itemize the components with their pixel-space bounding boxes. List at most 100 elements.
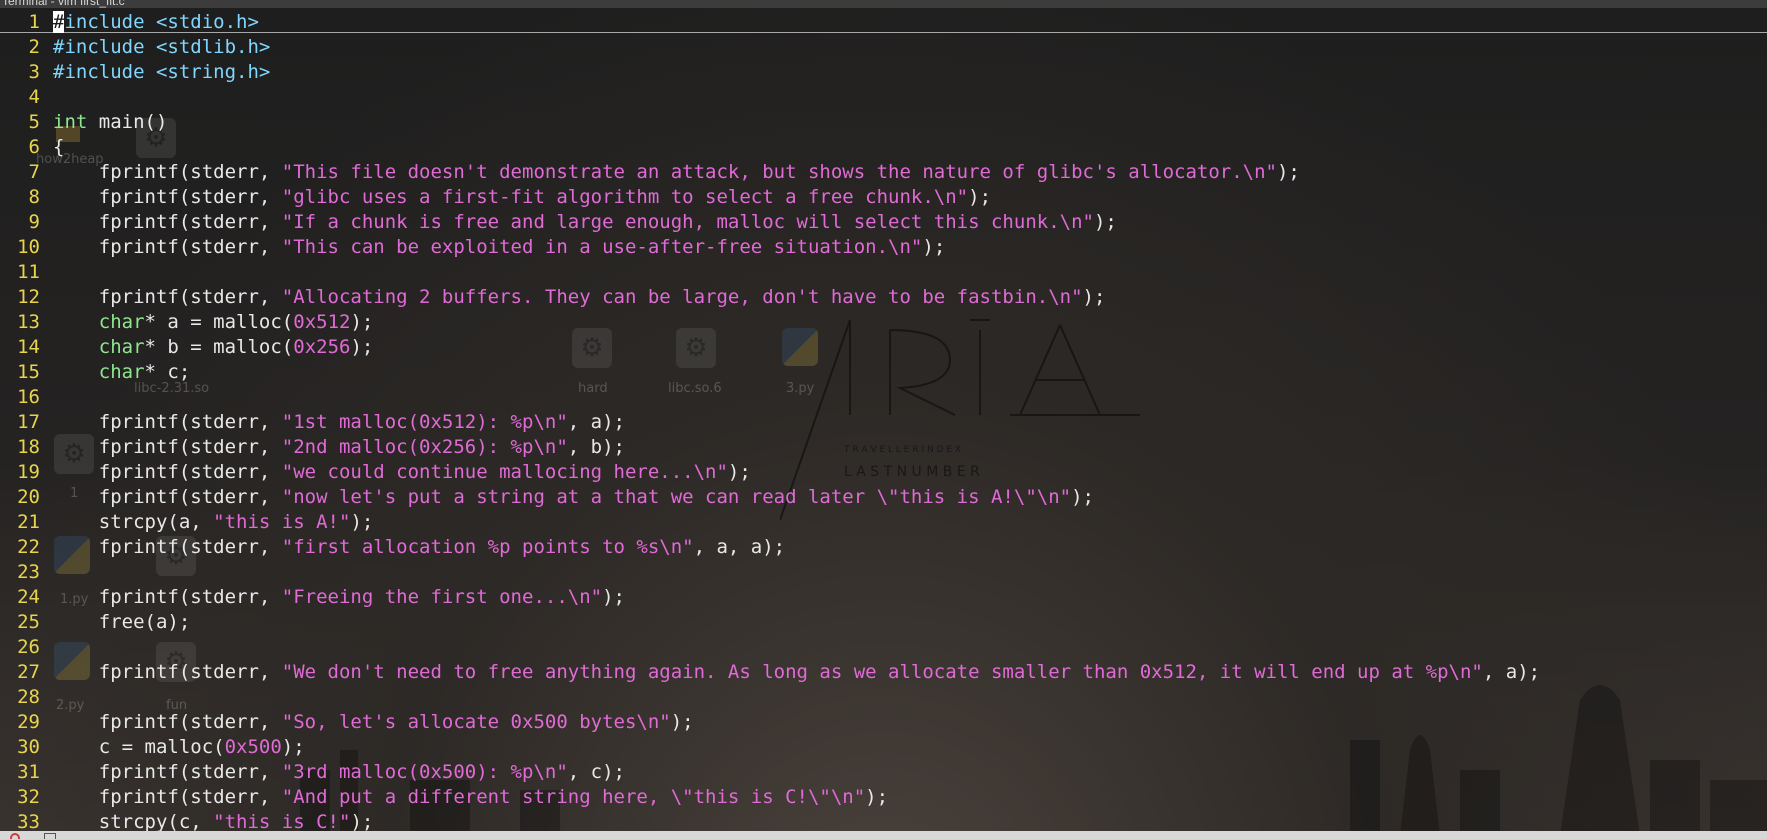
code-token: ); [350, 811, 374, 833]
code-token: "This file doesn't demonstrate an attack… [281, 161, 1277, 183]
line-number: 15 [17, 361, 40, 383]
code-line[interactable]: 11 [0, 260, 1767, 285]
line-number: 32 [17, 786, 40, 808]
code-line[interactable]: 17 fprintf(stderr, "1st malloc(0x512): %… [0, 410, 1767, 435]
code-line[interactable]: 7 fprintf(stderr, "This file doesn't dem… [0, 160, 1767, 185]
code-token: int [53, 111, 88, 133]
code-token: "This can be exploited in a use-after-fr… [281, 236, 923, 258]
code-token: "we could continue mallocing here...\n" [281, 461, 728, 483]
code-line[interactable]: 29 fprintf(stderr, "So, let's allocate 0… [0, 710, 1767, 735]
code-line[interactable]: 22 fprintf(stderr, "first allocation %p … [0, 535, 1767, 560]
line-number: 20 [17, 486, 40, 508]
code-line[interactable]: 31 fprintf(stderr, "3rd malloc(0x500): %… [0, 760, 1767, 785]
code-token: fprintf(stderr, [53, 486, 282, 508]
code-token: 0x256 [293, 336, 351, 358]
code-line[interactable]: 10 fprintf(stderr, "This can be exploite… [0, 235, 1767, 260]
code-line[interactable]: 9 fprintf(stderr, "If a chunk is free an… [0, 210, 1767, 235]
code-token: char [98, 311, 145, 333]
code-line[interactable]: 26 [0, 635, 1767, 660]
title-bar[interactable]: Terminal - vim first_fit.c [0, 0, 1767, 8]
line-number: 6 [28, 136, 40, 158]
close-icon[interactable] [10, 833, 20, 839]
code-line[interactable]: 21 strcpy(a, "this is A!"); [0, 510, 1767, 535]
code-token: fprintf(stderr, [53, 786, 282, 808]
line-number: 4 [28, 86, 40, 108]
line-number: 29 [17, 711, 40, 733]
code-token: "3rd malloc(0x500): %p\n" [281, 761, 568, 783]
code-line[interactable]: 23 [0, 560, 1767, 585]
line-number: 27 [17, 661, 40, 683]
line-number: 5 [28, 111, 40, 133]
code-token: fprintf(stderr, [53, 661, 282, 683]
code-token: ); [670, 711, 694, 733]
code-line[interactable]: 27 fprintf(stderr, "We don't need to fre… [0, 660, 1767, 685]
code-line[interactable]: 18 fprintf(stderr, "2nd malloc(0x256): %… [0, 435, 1767, 460]
code-token: * c; [144, 361, 191, 383]
code-token: "1st malloc(0x512): %p\n" [281, 411, 568, 433]
line-number: 21 [17, 511, 40, 533]
code-token: "first allocation %p points to %s\n" [281, 536, 694, 558]
code-token: main() [87, 111, 168, 133]
window-icon[interactable] [44, 833, 56, 839]
text-cursor: # [53, 11, 65, 33]
code-line[interactable]: 5 int main() [0, 110, 1767, 135]
code-token: ); [350, 311, 374, 333]
code-token: "Freeing the first one...\n" [281, 586, 603, 608]
code-token: , a); [567, 411, 625, 433]
code-line[interactable]: 13 char* a = malloc(0x512); [0, 310, 1767, 335]
code-token: "Allocating 2 buffers. They can be large… [281, 286, 1083, 308]
code-line[interactable]: 24 fprintf(stderr, "Freeing the first on… [0, 585, 1767, 610]
code-token: , b); [567, 436, 625, 458]
code-line[interactable]: 28 [0, 685, 1767, 710]
code-line[interactable]: 15 char* c; [0, 360, 1767, 385]
code-token: fprintf(stderr, [53, 411, 282, 433]
line-number: 28 [17, 686, 40, 708]
code-token: c = malloc( [53, 736, 225, 758]
code-token: "2nd malloc(0x256): %p\n" [281, 436, 568, 458]
code-token: "this is A!" [213, 511, 351, 533]
code-line[interactable]: 8 fprintf(stderr, "glibc uses a first-fi… [0, 185, 1767, 210]
terminal-window: Terminal - vim first_fit.c how2heap ⚙ ⚙ … [0, 0, 1767, 839]
code-line[interactable]: 6{ [0, 135, 1767, 160]
code-line[interactable]: 12 fprintf(stderr, "Allocating 2 buffers… [0, 285, 1767, 310]
code-token: fprintf(stderr, [53, 286, 282, 308]
code-token: fprintf(stderr, [53, 236, 282, 258]
code-token: free(a); [53, 611, 191, 633]
code-token: "We don't need to free anything again. A… [281, 661, 1483, 683]
line-number: 30 [17, 736, 40, 758]
line-number: 26 [17, 636, 40, 658]
code-token: ); [1071, 486, 1094, 508]
window-title: Terminal - vim first_fit.c [2, 0, 125, 8]
code-line[interactable]: 30 c = malloc(0x500); [0, 735, 1767, 760]
line-number: 9 [28, 211, 40, 233]
bottom-panel [0, 831, 1767, 839]
code-token: strcpy(a, [53, 511, 214, 533]
line-number: 19 [17, 461, 40, 483]
code-line[interactable]: 14 char* b = malloc(0x256); [0, 335, 1767, 360]
code-line[interactable]: 32 fprintf(stderr, "And put a different … [0, 785, 1767, 810]
editor-buffer[interactable]: 1 #include <stdio.h> 2 #include <stdlib.h> 3… [0, 10, 1767, 835]
code-token: * a = malloc( [144, 311, 294, 333]
code-line[interactable]: 1 #include <stdio.h> [0, 10, 1767, 35]
code-line[interactable]: 3 #include <string.h> [0, 60, 1767, 85]
code-token: ); [602, 586, 625, 608]
code-token: 0x512 [293, 311, 351, 333]
line-number: 3 [28, 61, 40, 83]
code-token: ); [865, 786, 889, 808]
code-token: #include <stdlib.h> [53, 36, 271, 58]
code-line[interactable]: 25 free(a); [0, 610, 1767, 635]
line-number: 22 [17, 536, 40, 558]
code-token: { [53, 136, 65, 158]
code-line[interactable]: 4 [0, 85, 1767, 110]
code-line[interactable]: 20 fprintf(stderr, "now let's put a stri… [0, 485, 1767, 510]
code-line[interactable]: 16 [0, 385, 1767, 410]
code-token: , a); [1482, 661, 1541, 683]
code-token: , a, a); [693, 536, 786, 558]
code-token: fprintf(stderr, [53, 586, 282, 608]
code-token: strcpy(c, [53, 811, 214, 833]
code-line[interactable]: 2 #include <stdlib.h> [0, 35, 1767, 60]
code-line[interactable]: 19 fprintf(stderr, "we could continue ma… [0, 460, 1767, 485]
code-token: "And put a different string here, \"this… [281, 786, 866, 808]
code-token: "So, let's allocate 0x500 bytes\n" [281, 711, 671, 733]
